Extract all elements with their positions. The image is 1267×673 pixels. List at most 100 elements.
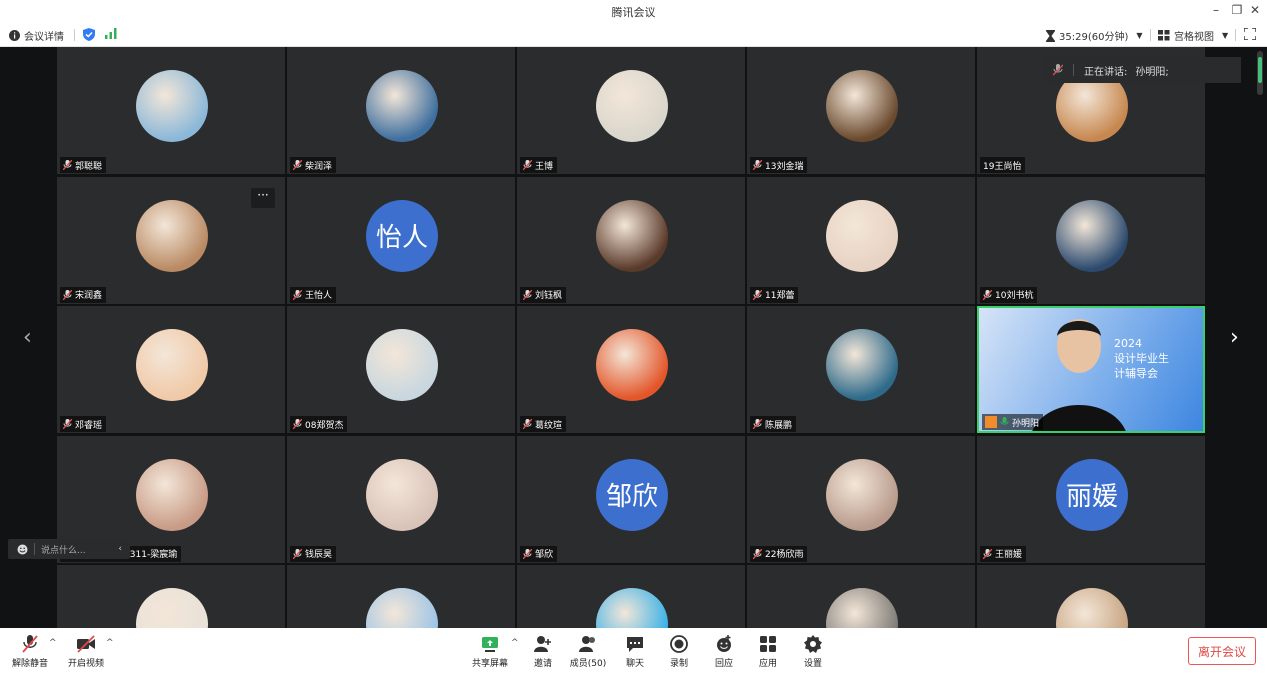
participant-tile[interactable] <box>747 565 975 628</box>
participant-tile[interactable]: 陈展鹏 <box>747 306 975 433</box>
participant-tile[interactable]: 2024 设计毕业生 计辅导会 孙明阳 <box>977 306 1205 433</box>
fullscreen-button[interactable] <box>1244 28 1256 40</box>
participant-tile[interactable]: 郭聪聪 <box>57 47 285 174</box>
participant-name: 陈展鹏 <box>765 420 793 431</box>
fullscreen-icon <box>1244 28 1256 40</box>
meeting-timer[interactable]: 35:29(60分钟) ▼ <box>1046 28 1143 43</box>
participant-tile[interactable] <box>977 565 1205 628</box>
close-icon[interactable]: ✕ <box>1245 3 1265 17</box>
participant-name-tag: 邓睿瑶 <box>60 416 107 432</box>
participant-tile[interactable]: 怡人 王怡人 <box>287 176 515 304</box>
chevron-up-icon[interactable]: ^ <box>49 638 57 648</box>
participant-name-tag: 王博 <box>520 157 558 173</box>
more-options-icon[interactable]: ··· <box>251 187 275 208</box>
shield-icon <box>83 28 95 41</box>
emoji-icon <box>17 544 28 554</box>
view-mode-button[interactable]: 宫格视图 ▼ <box>1158 28 1228 43</box>
security-shield[interactable] <box>83 28 95 41</box>
participant-tile[interactable]: 22杨欣雨 <box>747 435 975 563</box>
meeting-details-button[interactable]: 会议详情 <box>9 28 64 43</box>
participant-tile[interactable]: 柴润泽 <box>287 47 515 174</box>
participant-name: 王怡人 <box>305 291 333 301</box>
scrollbar[interactable] <box>1257 51 1263 95</box>
muted-mic-icon <box>1053 64 1063 76</box>
avatar <box>826 588 898 628</box>
members-label: 成员(50) <box>569 659 607 669</box>
gear-icon <box>804 635 822 653</box>
video-background-text: 2024 设计毕业生 计辅导会 <box>1114 336 1169 381</box>
start-video-label: 开启视频 <box>67 659 104 669</box>
avatar <box>826 458 898 531</box>
participant-tile[interactable]: 丽媛 王丽媛 <box>977 435 1205 563</box>
participant-tile[interactable]: 钱辰昊 <box>287 435 515 563</box>
avatar <box>136 588 208 628</box>
participant-tile[interactable]: 刘钰枫 <box>517 176 745 304</box>
muted-mic-icon <box>63 419 72 429</box>
participant-tile[interactable]: 08郑贺杰 <box>287 306 515 433</box>
unmute-button[interactable]: 解除静音 <box>8 634 52 669</box>
participant-tile[interactable]: 宋润鑫 ··· <box>57 176 285 304</box>
record-button[interactable]: 录制 <box>657 634 701 669</box>
avatar <box>1056 588 1128 628</box>
video-text-line: 设计毕业生 <box>1114 352 1169 365</box>
host-icon <box>985 416 997 428</box>
participant-name-tag: 08郑贺杰 <box>290 416 348 432</box>
members-button[interactable]: 成员(50) <box>566 634 610 669</box>
avatar <box>596 588 668 628</box>
participant-name: 邓睿瑶 <box>75 420 103 431</box>
apps-button[interactable]: 应用 <box>746 634 790 669</box>
next-page-arrow-icon[interactable]: › <box>1230 325 1239 350</box>
participant-name-tag: 11郑蕾 <box>750 286 799 303</box>
unmute-label: 解除静音 <box>11 659 48 669</box>
avatar <box>136 329 208 401</box>
participant-name: 13刘金瑞 <box>765 161 804 172</box>
avatar <box>136 199 208 272</box>
participant-tile[interactable]: 11郑蕾 <box>747 176 975 304</box>
participant-tile[interactable] <box>517 565 745 628</box>
participant-name: 王博 <box>535 161 554 172</box>
video-text-line: 计辅导会 <box>1114 367 1158 380</box>
chevron-down-icon: ▼ <box>1136 31 1143 40</box>
react-button[interactable]: 回应 <box>702 634 746 669</box>
network-signal[interactable] <box>105 28 117 39</box>
participant-tile[interactable]: 葛纹瑄 <box>517 306 745 433</box>
participant-tile[interactable]: 邹欣 邹欣 <box>517 435 745 563</box>
participant-name-tag: 郭聪聪 <box>60 157 107 173</box>
chat-button[interactable]: 聊天 <box>613 634 657 669</box>
share-screen-button[interactable]: 共享屏幕 <box>468 634 512 669</box>
participant-tile[interactable] <box>287 565 515 628</box>
participant-tile[interactable]: 邓睿瑶 <box>57 306 285 433</box>
muted-mic-icon <box>293 419 302 429</box>
participant-name-tag: 刘钰枫 <box>520 286 567 303</box>
muted-mic-icon <box>523 289 532 300</box>
title-bar: 腾讯会议 – ❐ ✕ <box>0 0 1267 22</box>
invite-button[interactable]: 邀请 <box>521 634 565 669</box>
minimize-icon[interactable]: – <box>1206 3 1226 17</box>
avatar <box>596 199 668 272</box>
muted-mic-icon <box>753 548 762 559</box>
participant-name: 钱辰昊 <box>305 550 333 560</box>
participant-name-tag: 22杨欣雨 <box>750 545 808 562</box>
chevron-up-icon[interactable]: ^ <box>106 638 114 648</box>
participant-name-tag: 13刘金瑞 <box>750 157 808 173</box>
chevron-down-icon: ▼ <box>1222 31 1229 40</box>
start-video-button[interactable]: 开启视频 <box>64 634 108 669</box>
participant-tile[interactable]: 13刘金瑞 <box>747 47 975 174</box>
restore-icon[interactable]: ❐ <box>1227 3 1247 17</box>
participant-tile[interactable]: 10刘书杭 <box>977 176 1205 304</box>
quick-chat-input[interactable]: 说点什么... ‹ <box>8 539 130 559</box>
muted-mic-icon <box>523 160 532 170</box>
participant-tile[interactable] <box>57 565 285 628</box>
chevron-up-icon[interactable]: ^ <box>511 638 519 648</box>
avatar <box>366 70 438 142</box>
grid-view-icon <box>1158 30 1170 41</box>
participant-tile[interactable]: 王博 <box>517 47 745 174</box>
settings-button[interactable]: 设置 <box>791 634 835 669</box>
leave-meeting-button[interactable]: 离开会议 <box>1188 637 1256 665</box>
participant-name-tag: 钱辰昊 <box>290 545 337 562</box>
invite-icon <box>534 636 551 652</box>
collapse-chevron-icon[interactable]: ‹ <box>118 544 122 554</box>
previous-page-arrow-icon[interactable]: ‹ <box>23 325 32 350</box>
participant-name: 郭聪聪 <box>75 161 103 172</box>
participant-name-tag: 葛纹瑄 <box>520 416 567 432</box>
